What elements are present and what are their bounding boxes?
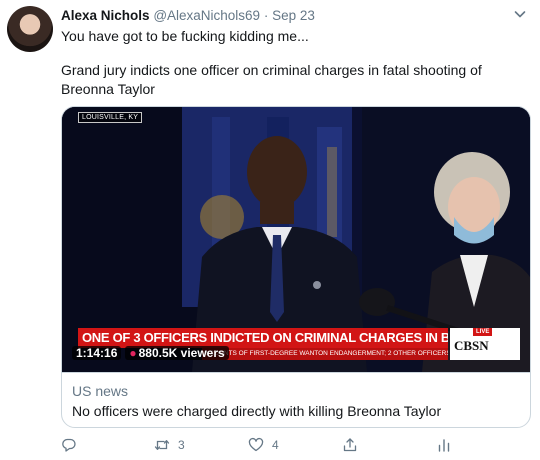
tweet-actions: 3 4: [61, 434, 481, 456]
elapsed-time: 1:14:16: [72, 346, 122, 360]
tweet-text: You have got to be fucking kidding me...: [61, 28, 309, 44]
separator: ·: [263, 8, 269, 23]
card-domain: US news: [72, 383, 129, 399]
viewer-count: ● 880.5K viewers: [125, 346, 229, 360]
user-handle[interactable]: @AlexaNichols69: [153, 8, 260, 23]
network-logo: LIVE CBSN: [450, 328, 520, 360]
analytics-button[interactable]: [436, 434, 452, 456]
chevron-down-icon[interactable]: [512, 6, 528, 22]
heart-icon: [248, 437, 264, 452]
link-card[interactable]: LOUISVILLE, KY ONE OF 3 OFFICERS INDICTE…: [61, 106, 531, 428]
analytics-icon: [438, 439, 450, 452]
card-title: No officers were charged directly with k…: [72, 403, 442, 419]
network-brand: CBSN: [454, 338, 489, 353]
retweet-icon: [154, 440, 170, 450]
retweet-button[interactable]: 3: [154, 434, 185, 456]
tweet[interactable]: Alexa Nichols @AlexaNichols69 · Sep 23 Y…: [0, 0, 540, 460]
tweet-header: Alexa Nichols @AlexaNichols69 · Sep 23: [61, 8, 315, 23]
retweet-count: 3: [178, 438, 185, 452]
viewer-count-text: 880.5K viewers: [138, 346, 225, 360]
card-info[interactable]: US news No officers were charged directl…: [62, 372, 530, 427]
like-count: 4: [272, 438, 279, 452]
avatar[interactable]: [7, 6, 53, 52]
like-button[interactable]: 4: [248, 434, 279, 456]
tweet-date[interactable]: Sep 23: [272, 8, 315, 23]
video-thumbnail[interactable]: LOUISVILLE, KY ONE OF 3 OFFICERS INDICTE…: [62, 107, 530, 372]
tweet-headline-text: Grand jury indicts one officer on crimin…: [61, 62, 482, 97]
reply-icon: [62, 438, 76, 452]
video-stats: 1:14:16 ● 880.5K viewers: [72, 344, 229, 362]
display-name[interactable]: Alexa Nichols: [61, 8, 150, 23]
share-button[interactable]: [342, 434, 358, 456]
share-icon: [343, 438, 357, 452]
location-bug: LOUISVILLE, KY: [78, 112, 143, 123]
reply-button[interactable]: [61, 434, 85, 456]
live-dot-icon: ●: [129, 346, 137, 360]
live-badge: LIVE: [473, 328, 493, 336]
news-sub-ticker: 3 COUNTS OF FIRST-DEGREE WANTON ENDANGER…: [202, 348, 448, 360]
